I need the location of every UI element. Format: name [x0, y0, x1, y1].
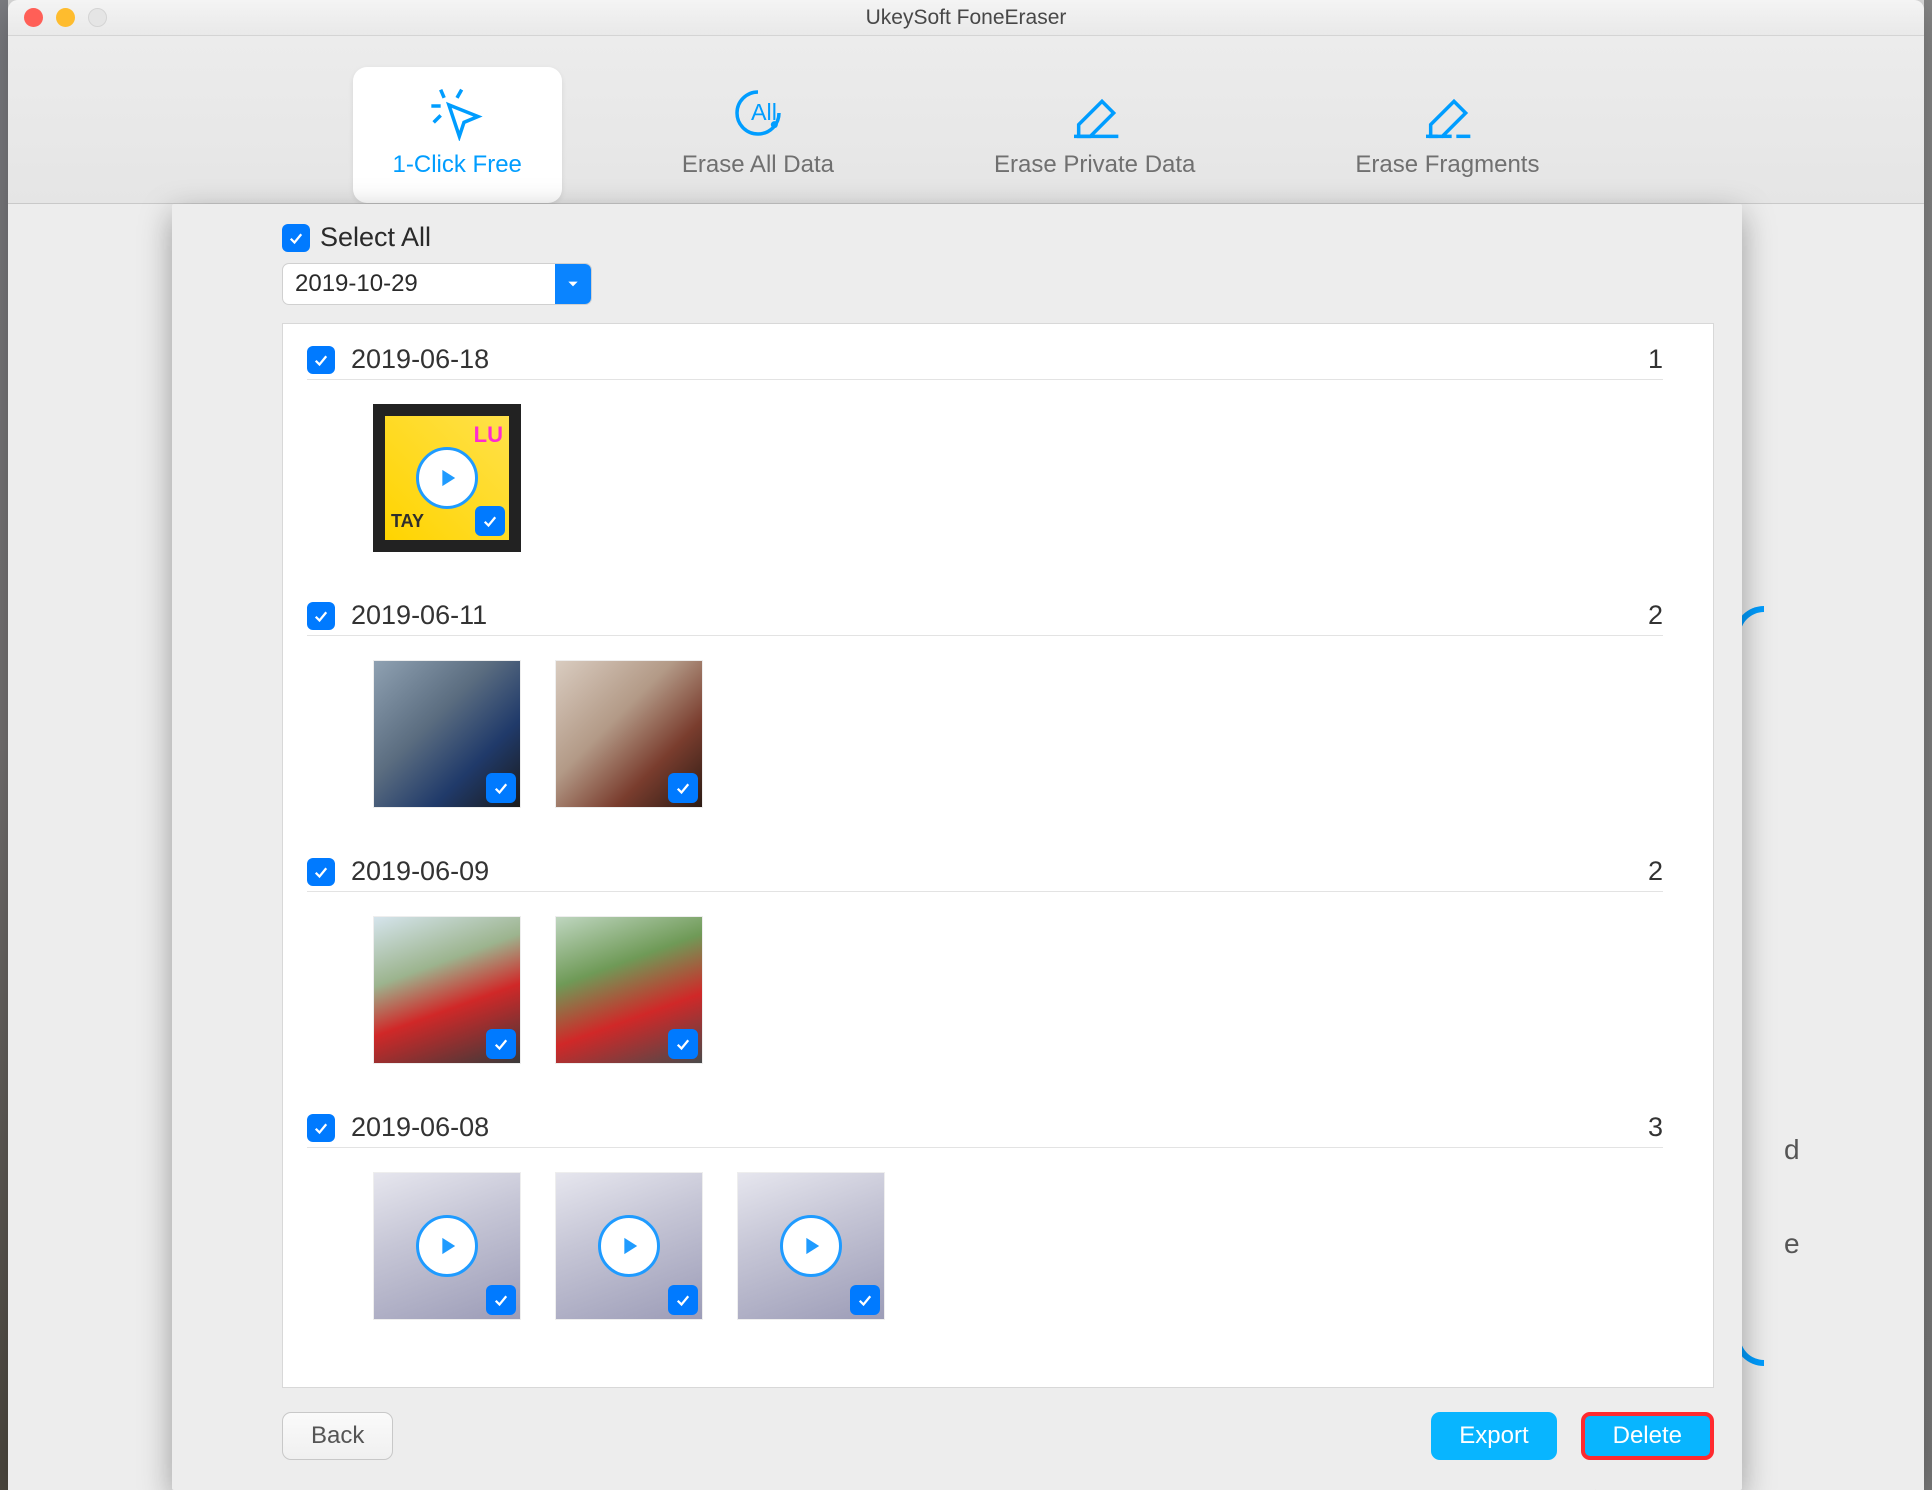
thumbnail-checkbox[interactable]	[486, 773, 516, 803]
cropped-background-text: d	[1784, 1134, 1800, 1166]
media-thumbnail[interactable]	[373, 1172, 521, 1320]
group-header: 2019-06-18 1	[307, 344, 1663, 375]
media-thumbnail[interactable]	[373, 916, 521, 1064]
tab-1-click-free[interactable]: 1-Click Free	[353, 67, 562, 203]
photo-list[interactable]: 2019-06-181LUTAY2019-06-1122019-06-09220…	[282, 323, 1714, 1388]
media-thumbnail[interactable]	[373, 660, 521, 808]
thumbnail-row	[307, 636, 1663, 826]
tab-erase-private-data[interactable]: Erase Private Data	[954, 67, 1235, 203]
zoom-window-button[interactable]	[88, 8, 107, 27]
tab-label: Erase Private Data	[994, 151, 1195, 179]
delete-button[interactable]: Delete	[1581, 1412, 1714, 1460]
play-icon	[416, 1215, 478, 1277]
thumbnail-checkbox[interactable]	[668, 1285, 698, 1315]
svg-text:All: All	[751, 99, 777, 125]
group-count: 2	[1648, 600, 1663, 631]
thumbnail-checkbox[interactable]	[486, 1285, 516, 1315]
group-checkbox[interactable]	[307, 602, 335, 630]
tab-label: Erase Fragments	[1355, 151, 1539, 179]
photo-group: 2019-06-09 2	[283, 836, 1687, 1092]
tab-label: Erase All Data	[682, 151, 834, 179]
group-date: 2019-06-08	[351, 1112, 1632, 1143]
thumbnail-checkbox[interactable]	[668, 773, 698, 803]
group-checkbox[interactable]	[307, 858, 335, 886]
action-row: Back Export Delete	[282, 1388, 1714, 1490]
chevron-down-icon	[555, 264, 591, 304]
tab-erase-all-data[interactable]: All Erase All Data	[642, 67, 874, 203]
toolbar: 1-Click Free All Erase All Data Erase Pr…	[8, 36, 1924, 204]
select-all-checkbox[interactable]	[282, 224, 310, 252]
thumbnail-checkbox[interactable]	[850, 1285, 880, 1315]
play-icon	[780, 1215, 842, 1277]
thumbnail-row	[307, 1148, 1663, 1338]
tab-label: 1-Click Free	[393, 151, 522, 179]
photo-group: 2019-06-18 1 LUTAY	[283, 324, 1687, 580]
select-all-label: Select All	[320, 222, 431, 253]
cropped-background-text: e	[1784, 1228, 1800, 1260]
titlebar: UkeySoft FoneEraser	[8, 0, 1924, 36]
thumbnail-checkbox[interactable]	[486, 1029, 516, 1059]
media-thumbnail[interactable]	[555, 916, 703, 1064]
group-checkbox[interactable]	[307, 346, 335, 374]
photo-group: 2019-06-08 3	[283, 1092, 1687, 1348]
group-count: 3	[1648, 1112, 1663, 1143]
group-date: 2019-06-09	[351, 856, 1632, 887]
date-filter-select[interactable]: 2019-10-29	[282, 263, 592, 305]
eraser-icon	[1067, 85, 1123, 141]
main-panel: Select All 2019-10-29 2019-06-181LUTAY20…	[172, 204, 1742, 1490]
thumbnail-row: LUTAY	[307, 380, 1663, 570]
traffic-lights	[24, 8, 107, 27]
media-thumbnail[interactable]	[555, 660, 703, 808]
play-icon	[598, 1215, 660, 1277]
thumbnail-checkbox[interactable]	[668, 1029, 698, 1059]
window-title: UkeySoft FoneEraser	[866, 6, 1067, 30]
group-date: 2019-06-18	[351, 344, 1632, 375]
minimize-window-button[interactable]	[56, 8, 75, 27]
photo-group: 2019-06-11 2	[283, 580, 1687, 836]
media-thumbnail[interactable]: LUTAY	[373, 404, 521, 552]
group-count: 1	[1648, 344, 1663, 375]
export-button[interactable]: Export	[1431, 1412, 1556, 1460]
erase-all-icon: All	[730, 85, 786, 141]
media-thumbnail[interactable]	[737, 1172, 885, 1320]
eraser-fragments-icon	[1419, 85, 1475, 141]
media-thumbnail[interactable]	[555, 1172, 703, 1320]
cropped-card-fragment: d e	[1734, 404, 1924, 1490]
thumbnail-row	[307, 892, 1663, 1082]
group-header: 2019-06-08 3	[307, 1112, 1663, 1143]
cursor-click-icon	[429, 85, 485, 141]
select-all-row: Select All	[282, 222, 1714, 253]
group-header: 2019-06-11 2	[307, 600, 1663, 631]
group-count: 2	[1648, 856, 1663, 887]
date-filter-value: 2019-10-29	[283, 270, 555, 298]
tab-erase-fragments[interactable]: Erase Fragments	[1315, 67, 1579, 203]
play-icon	[416, 447, 478, 509]
close-window-button[interactable]	[24, 8, 43, 27]
group-date: 2019-06-11	[351, 600, 1632, 631]
app-window: UkeySoft FoneEraser 1-Click Free All Era…	[8, 0, 1924, 1490]
group-checkbox[interactable]	[307, 1114, 335, 1142]
back-button[interactable]: Back	[282, 1412, 393, 1460]
group-header: 2019-06-09 2	[307, 856, 1663, 887]
thumbnail-checkbox[interactable]	[475, 506, 505, 536]
